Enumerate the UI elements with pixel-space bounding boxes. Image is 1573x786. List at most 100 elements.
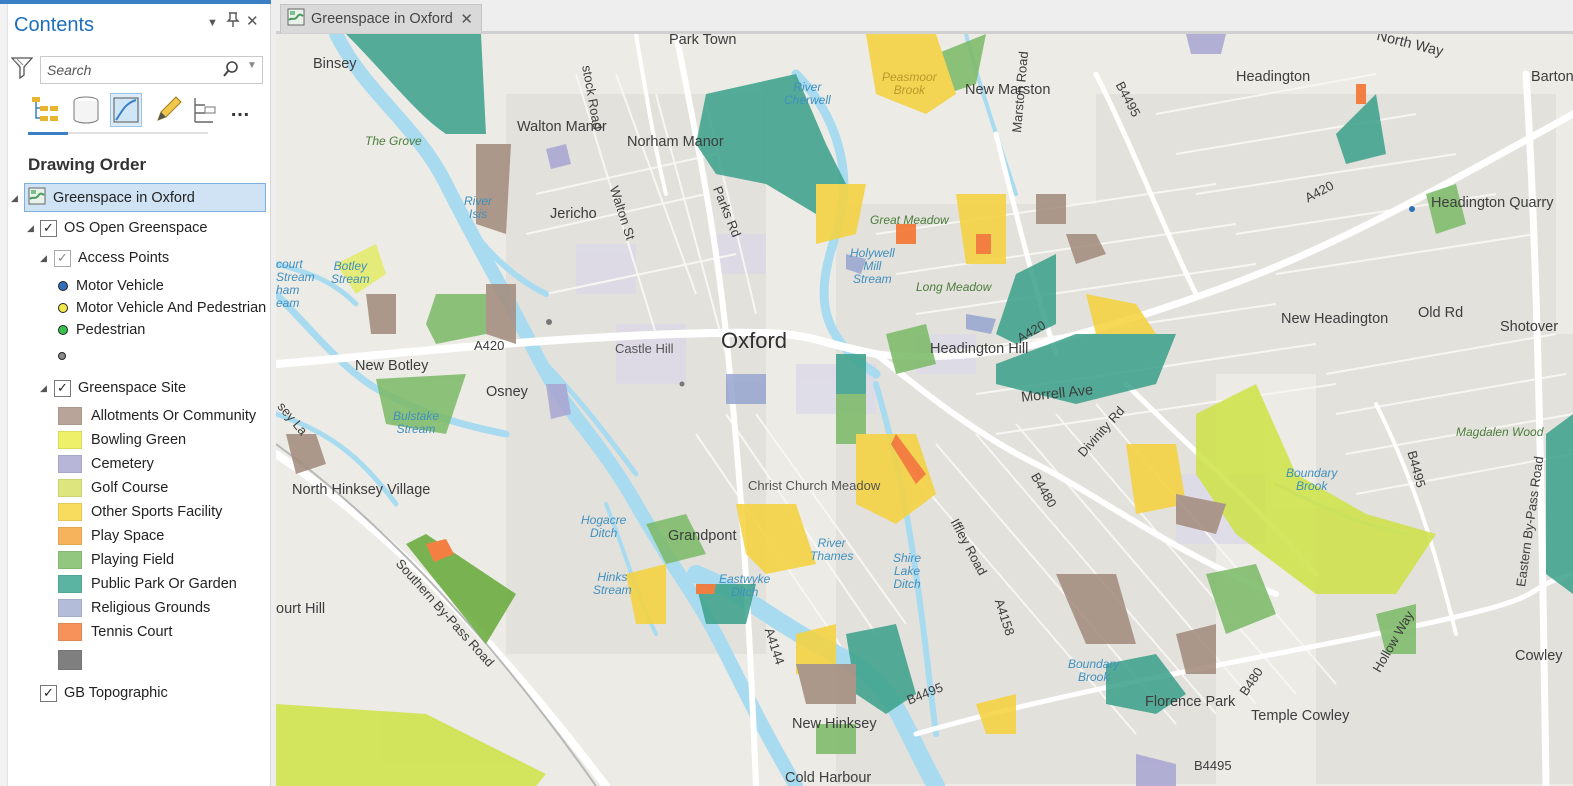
- filter-icon[interactable]: [10, 56, 34, 82]
- visibility-checkbox[interactable]: ✓: [40, 684, 57, 702]
- legend-label: Golf Course: [91, 480, 169, 496]
- visibility-checkbox[interactable]: ✓: [54, 249, 71, 267]
- contents-toolbar: …: [26, 93, 266, 137]
- map-label-water: Hinks Stream: [593, 570, 632, 597]
- map-label-place: Barton: [1531, 69, 1573, 85]
- legend-item-site-0: Allotments Or Community: [58, 404, 256, 428]
- layer-label: Access Points: [78, 250, 170, 266]
- map-label-place: Park Town: [669, 34, 737, 48]
- map-label-water: Botley Stream: [331, 259, 370, 286]
- map-label-place: Norham Manor: [627, 134, 724, 150]
- search-box[interactable]: ▼: [40, 56, 263, 84]
- map-label-water: Boundary Brook: [1068, 657, 1120, 684]
- view-tab-bar: Greenspace in Oxford ✕: [276, 0, 1573, 34]
- map-label-water: court Stream ham eam: [276, 257, 315, 310]
- collapse-layer-icon[interactable]: ◢: [40, 383, 47, 394]
- close-pane-icon[interactable]: ✕: [246, 12, 259, 30]
- map-label-water: River Cherwell: [784, 80, 831, 107]
- legend-label: Pedestrian: [76, 322, 146, 338]
- layer-row-open-greenspace[interactable]: ✓ OS Open Greenspace: [40, 216, 207, 240]
- section-heading: Drawing Order: [28, 155, 147, 174]
- collapse-layer-icon[interactable]: ◢: [40, 253, 47, 264]
- map-label-place: Shotover: [1500, 319, 1559, 335]
- map-label-place: Osney: [486, 384, 528, 400]
- map-label-place: Headington Hill: [930, 341, 1029, 357]
- map-label-place: North Hinksey Village: [292, 482, 431, 498]
- legend-item-access-3: [58, 344, 74, 368]
- legend-swatch: [58, 575, 82, 593]
- legend-item-site-7: Public Park Or Garden: [58, 572, 237, 596]
- legend-swatch: [58, 527, 82, 545]
- map-label-green: The Grove: [365, 134, 422, 148]
- legend-label: Motor Vehicle: [76, 278, 164, 294]
- map-label-road: B4495: [1194, 758, 1232, 773]
- map-label-place: Christ Church Meadow: [748, 478, 881, 493]
- map-label-place: Headington: [1236, 69, 1311, 85]
- pane-title: Contents: [14, 14, 95, 36]
- map-label-place: Castle Hill: [615, 341, 674, 356]
- search-options-chevron-icon[interactable]: ▼: [247, 60, 257, 71]
- layer-row-basemap[interactable]: ✓ GB Topographic: [40, 681, 168, 705]
- visibility-checkbox[interactable]: ✓: [54, 379, 71, 397]
- map-label-place: Binsey: [313, 56, 357, 72]
- map-label-water: Eastwyke Ditch: [719, 572, 771, 599]
- search-input[interactable]: [47, 61, 217, 79]
- map-label-road: A420: [474, 338, 505, 353]
- legend-item-access-2: Pedestrian: [58, 318, 145, 342]
- legend-symbol-dot: [58, 325, 68, 335]
- legend-item-access-1: Motor Vehicle And Pedestrian: [58, 296, 266, 320]
- legend-label: Tennis Court: [91, 624, 173, 640]
- map-label-water: Hogacre Ditch: [581, 513, 627, 540]
- tab-greenspace-map[interactable]: Greenspace in Oxford ✕: [280, 4, 482, 33]
- layer-row-access-points[interactable]: ✓ Access Points: [54, 246, 169, 270]
- map-label-place: Cowley: [1515, 648, 1563, 664]
- close-tab-icon[interactable]: ✕: [460, 10, 473, 28]
- legend-label: Cemetery: [91, 456, 154, 472]
- legend-swatch: [58, 431, 82, 449]
- list-by-selection-icon[interactable]: [110, 93, 142, 127]
- map-label-place: Temple Cowley: [1251, 708, 1350, 724]
- legend-label: Bowling Green: [91, 432, 187, 448]
- map-label-green: Magdalen Wood: [1456, 425, 1544, 439]
- map-label-water: Shire Lake Ditch: [893, 551, 922, 591]
- legend-swatch: [58, 479, 82, 497]
- legend-swatch: [58, 455, 82, 473]
- toolbar-selection-indicator: [28, 132, 68, 135]
- list-by-data-source-icon[interactable]: [70, 93, 102, 127]
- legend-swatch: [58, 551, 82, 569]
- map-layer-row[interactable]: Greenspace in Oxford: [24, 183, 266, 212]
- layer-label: Greenspace Site: [78, 380, 187, 396]
- legend-label: Religious Grounds: [91, 600, 211, 616]
- more-options-icon[interactable]: …: [224, 93, 256, 127]
- map-label-place: Headington Quarry: [1431, 195, 1554, 211]
- list-by-snapping-icon[interactable]: [190, 93, 222, 127]
- search-icon[interactable]: [223, 61, 239, 82]
- layer-label: OS Open Greenspace: [64, 220, 208, 236]
- legend-swatch: [58, 623, 82, 641]
- legend-label: Other Sports Facility: [91, 504, 223, 520]
- legend-item-site-3: Golf Course: [58, 476, 168, 500]
- visibility-checkbox[interactable]: ✓: [40, 219, 57, 237]
- legend-item-site-6: Playing Field: [58, 548, 174, 572]
- map-graphics: [276, 34, 1573, 786]
- map-label-water: River Isis: [464, 194, 493, 221]
- legend-label: Play Space: [91, 528, 165, 544]
- tab-label: Greenspace in Oxford: [311, 11, 453, 27]
- map-canvas[interactable]: Park Town Binsey Walton Manor Norham Man…: [276, 34, 1573, 786]
- collapse-map-icon[interactable]: ◢: [11, 193, 18, 204]
- map-label-place: New Hinksey: [792, 716, 877, 732]
- map-label-water: Peasmoor Brook: [882, 70, 937, 97]
- legend-swatch: [58, 503, 82, 521]
- list-by-editing-icon[interactable]: [152, 93, 184, 127]
- map-label-water: Bulstake Stream: [393, 409, 440, 436]
- collapse-group-icon[interactable]: ◢: [27, 223, 34, 234]
- map-label-water: Boundary Brook: [1286, 466, 1338, 493]
- pane-options-dropdown-icon[interactable]: ▼: [207, 17, 218, 29]
- layer-row-greenspace-site[interactable]: ✓ Greenspace Site: [54, 376, 186, 400]
- map-label-place: New Botley: [355, 358, 429, 374]
- legend-swatch: [58, 650, 82, 670]
- legend-symbol-dot: [58, 303, 68, 313]
- list-by-drawing-order-icon[interactable]: [28, 93, 60, 127]
- legend-item-site-1: Bowling Green: [58, 428, 186, 452]
- pin-icon[interactable]: [226, 12, 240, 32]
